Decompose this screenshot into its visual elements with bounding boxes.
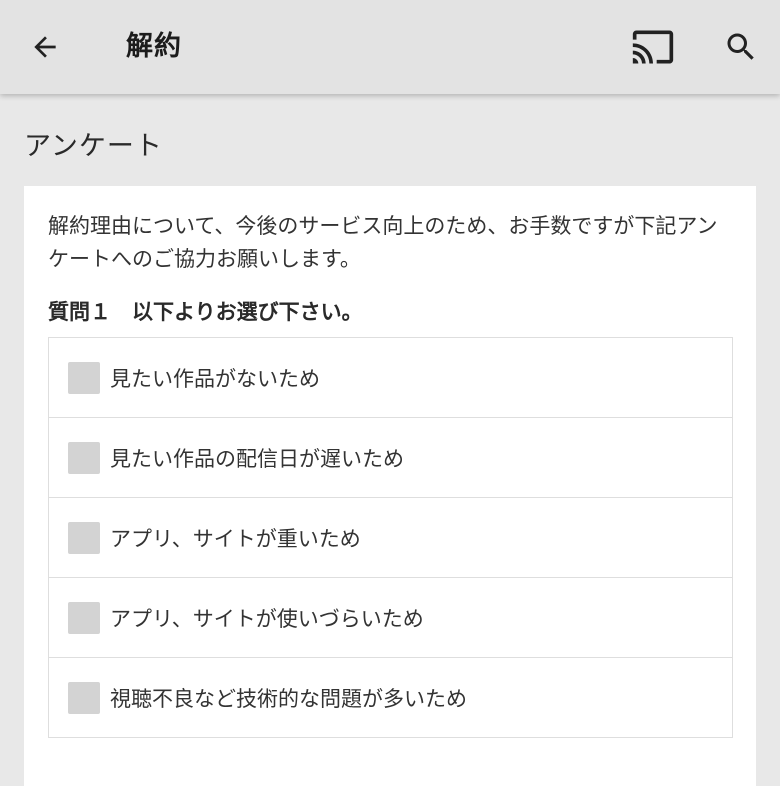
option-label: 視聴不良など技術的な問題が多いため — [110, 686, 467, 711]
arrow-left-icon — [34, 36, 56, 58]
option-item[interactable]: 見たい作品がないため — [49, 338, 732, 418]
checkbox[interactable] — [68, 681, 100, 714]
survey-intro-text: 解約理由について、今後のサービス向上のため、お手数ですが下記アンケートへのご協力… — [48, 214, 718, 271]
cast-icon — [632, 30, 674, 64]
cast-button[interactable] — [626, 22, 680, 72]
option-label: 見たい作品の配信日が遅いため — [110, 446, 404, 471]
app-bar: 解約 — [0, 0, 780, 94]
option-item[interactable]: アプリ、サイトが重いため — [49, 498, 732, 578]
options-list: 見たい作品がないため 見たい作品の配信日が遅いため アプリ、サイトが重いため ア… — [48, 337, 733, 738]
question-label: 質問１ 以下よりお選び下さい。 — [48, 300, 363, 324]
option-item[interactable]: 見たい作品の配信日が遅いため — [49, 418, 732, 498]
option-label: アプリ、サイトが重いため — [110, 526, 361, 551]
survey-card: 解約理由について、今後のサービス向上のため、お手数ですが下記アンケートへのご協力… — [24, 186, 756, 786]
checkbox[interactable] — [68, 601, 100, 634]
back-button[interactable] — [20, 24, 70, 70]
search-button[interactable] — [716, 22, 766, 72]
option-label: 見たい作品がないため — [110, 366, 320, 391]
option-item[interactable]: アプリ、サイトが使いづらいため — [49, 578, 732, 658]
section-title: アンケート — [24, 131, 163, 162]
checkbox[interactable] — [68, 441, 100, 474]
search-icon — [727, 33, 754, 60]
checkbox[interactable] — [68, 361, 100, 394]
checkbox[interactable] — [68, 521, 100, 554]
option-item[interactable]: 視聴不良など技術的な問題が多いため — [49, 658, 732, 738]
page-title: 解約 — [126, 31, 182, 62]
option-label: アプリ、サイトが使いづらいため — [110, 606, 424, 631]
